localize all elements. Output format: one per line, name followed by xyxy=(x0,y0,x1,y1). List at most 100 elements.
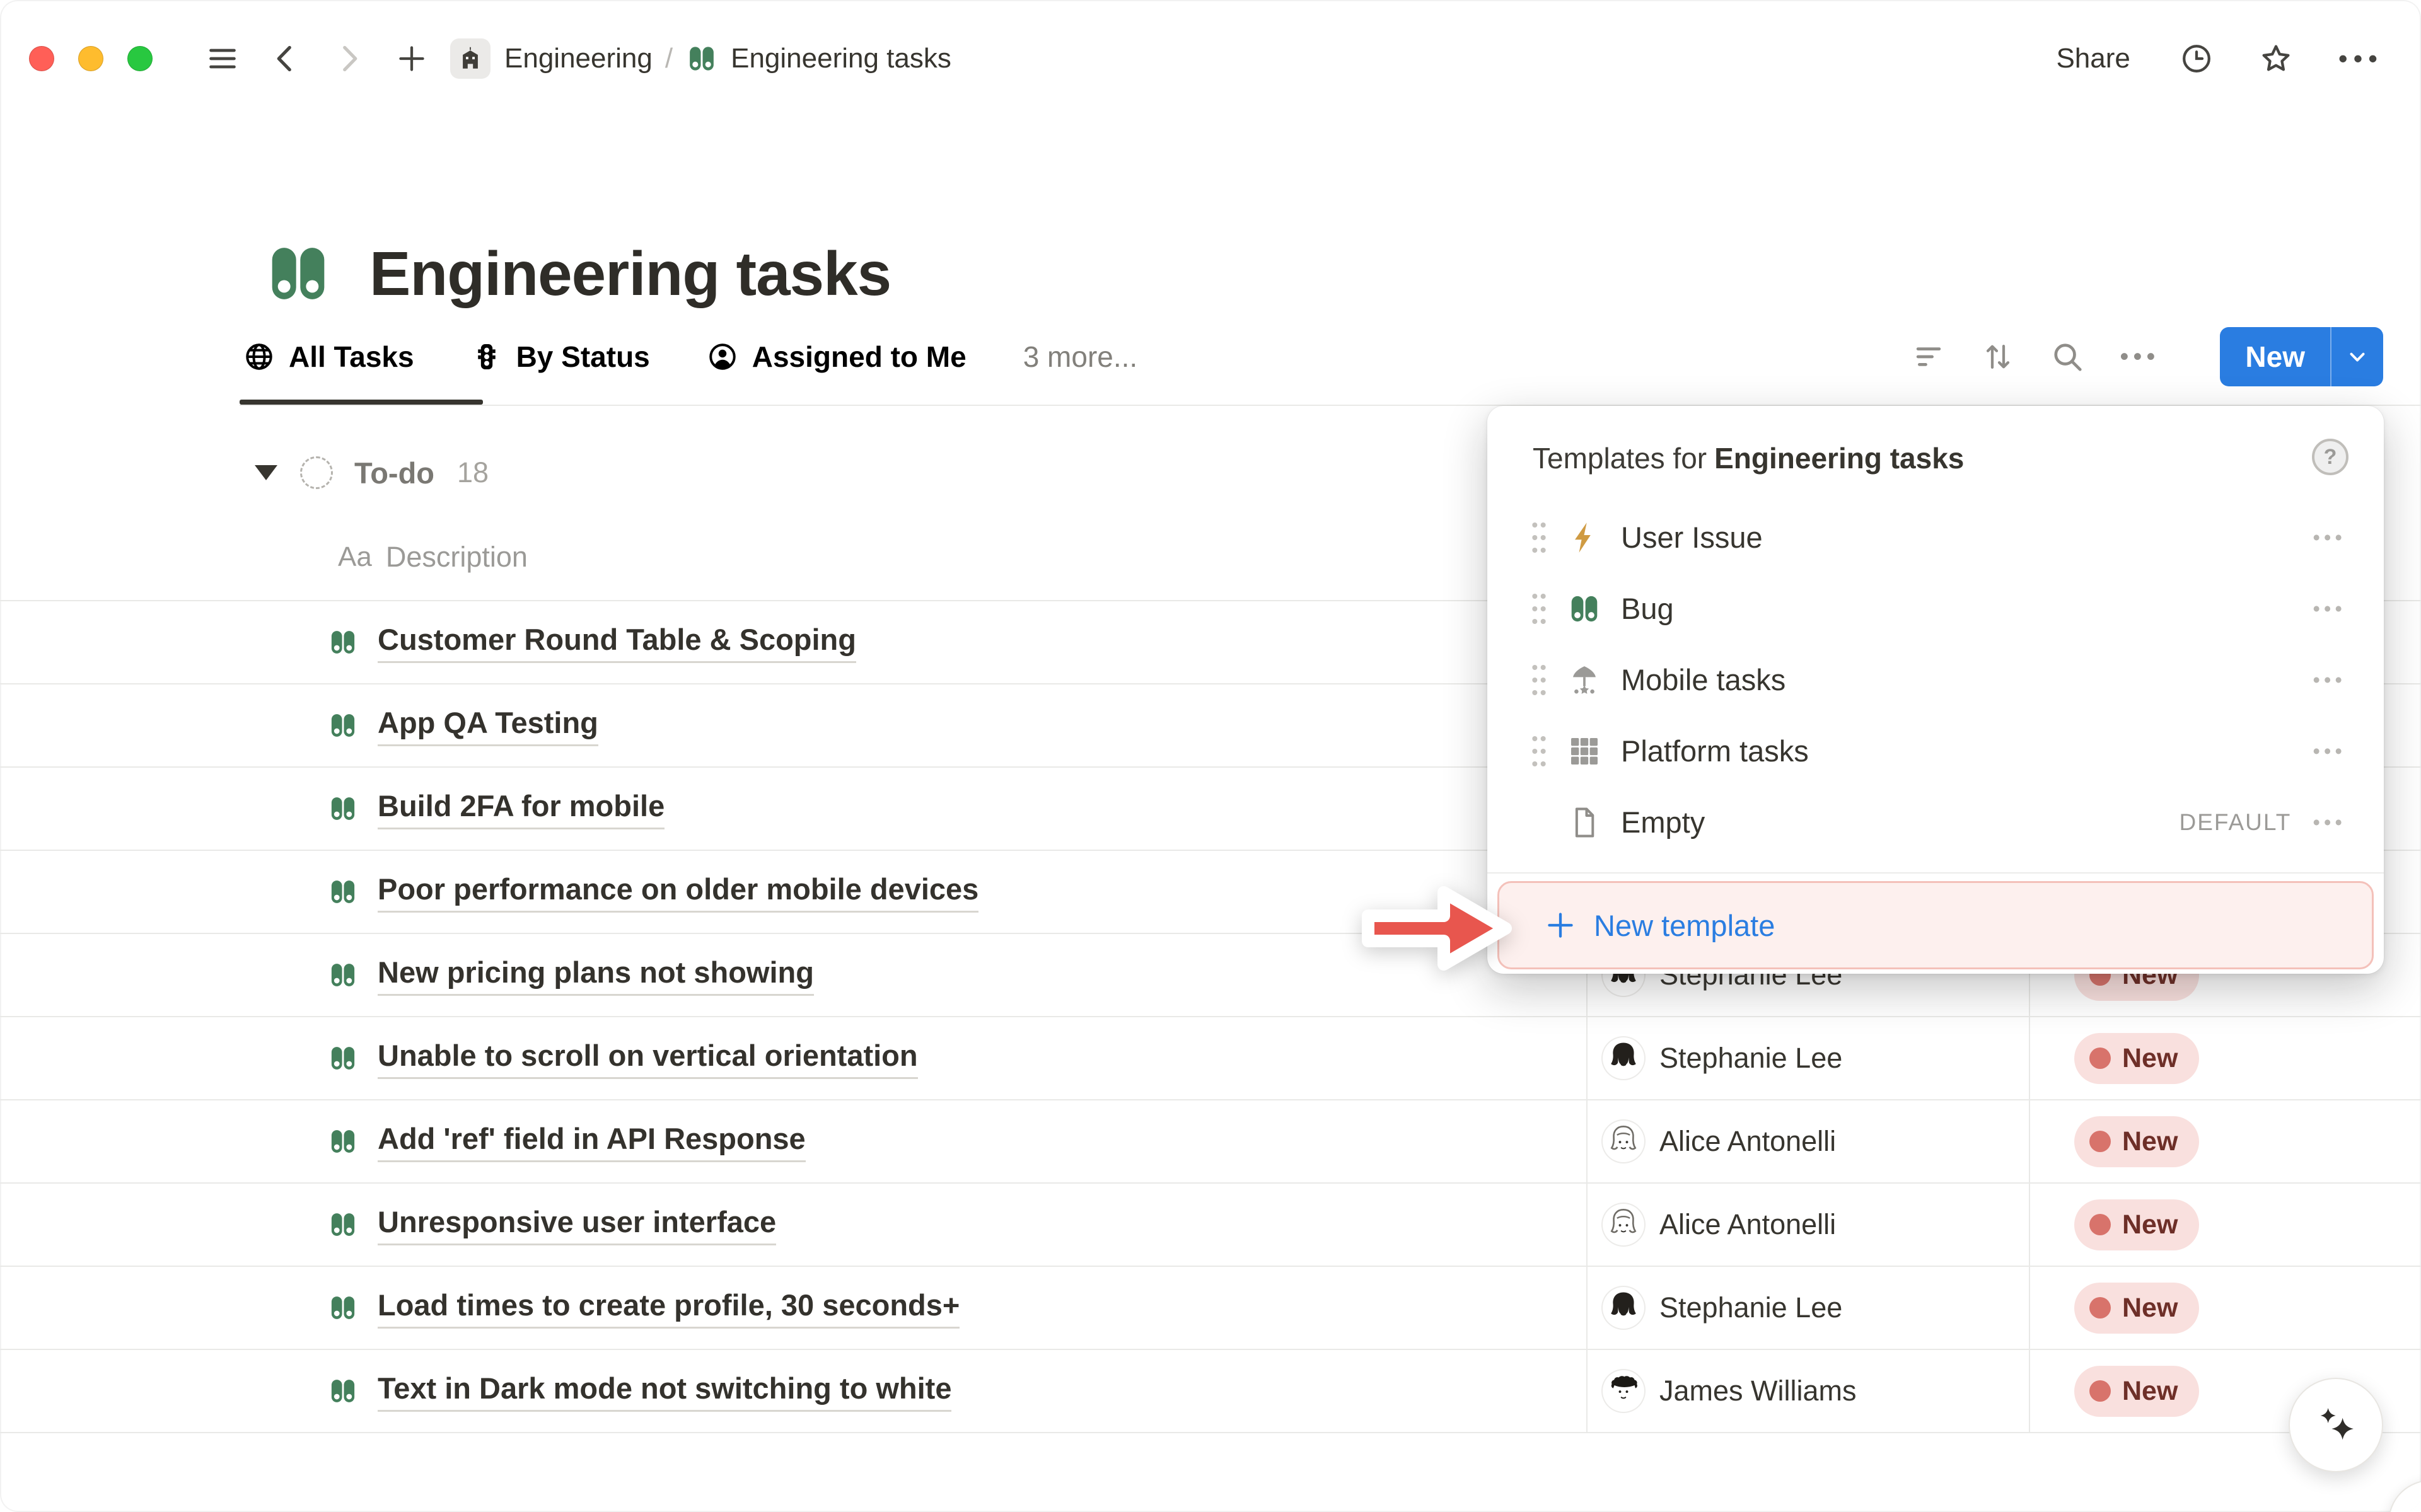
column-header[interactable]: Aa Description xyxy=(338,533,528,581)
assignee-cell[interactable]: Alice Antonelli xyxy=(1603,1100,1836,1182)
status-dot-icon xyxy=(2089,1214,2111,1235)
assignee-cell[interactable]: Alice Antonelli xyxy=(1603,1184,1836,1266)
drag-handle-icon[interactable] xyxy=(1526,661,1552,700)
sort-icon xyxy=(1981,340,2015,374)
table-row[interactable]: Load times to create profile, 30 seconds… xyxy=(0,1266,2421,1349)
status-cell[interactable]: New xyxy=(2074,1100,2199,1182)
binoculars-icon xyxy=(327,876,359,908)
minimize-window-button[interactable] xyxy=(78,46,103,71)
view-tab[interactable]: By Status xyxy=(467,339,654,374)
share-button[interactable]: Share xyxy=(2052,42,2134,75)
updates-button[interactable] xyxy=(2180,42,2214,76)
sidebar-menu-button[interactable] xyxy=(206,42,240,76)
assignee-cell[interactable]: Stephanie Lee xyxy=(1603,1017,1842,1099)
search-button[interactable] xyxy=(2050,340,2084,374)
binoculars-icon xyxy=(327,1209,359,1240)
binoculars-icon xyxy=(327,710,359,741)
more-options-button[interactable]: ••• xyxy=(2338,45,2383,72)
assignee-cell[interactable]: James Williams xyxy=(1603,1350,1857,1432)
back-button[interactable] xyxy=(269,42,303,76)
sort-button[interactable] xyxy=(1981,340,2015,374)
binoculars-icon xyxy=(327,1292,359,1324)
traffic-lights xyxy=(29,46,153,71)
template-icon xyxy=(1567,734,1602,769)
template-item[interactable]: Empty DEFAULT ••• xyxy=(1487,787,2384,858)
corner-floating-button[interactable] xyxy=(2388,1480,2421,1512)
status-badge: New xyxy=(2074,1199,2199,1250)
task-title-cell: Unresponsive user interface xyxy=(327,1184,776,1266)
task-title-link[interactable]: Add 'ref' field in API Response xyxy=(378,1121,806,1162)
task-title-link[interactable]: Unable to scroll on vertical orientation xyxy=(378,1038,918,1079)
status-cell[interactable]: New xyxy=(2074,1350,2199,1432)
active-tab-underline xyxy=(240,400,483,405)
group-name[interactable]: To-do xyxy=(354,456,434,490)
status-cell[interactable]: New xyxy=(2074,1017,2199,1099)
status-dot-icon xyxy=(2089,1047,2111,1069)
drag-handle-icon[interactable] xyxy=(1526,518,1552,557)
drag-handle-icon[interactable] xyxy=(1526,589,1552,628)
template-options-button[interactable]: ••• xyxy=(2313,812,2346,833)
task-title-cell: Add 'ref' field in API Response xyxy=(327,1100,806,1182)
template-options-button[interactable]: ••• xyxy=(2313,527,2346,548)
template-label: Empty xyxy=(1621,805,2180,840)
breadcrumb-workspace[interactable]: Engineering xyxy=(504,43,653,74)
close-window-button[interactable] xyxy=(29,46,54,71)
template-item[interactable]: Mobile tasks ••• xyxy=(1487,644,2384,715)
view-tab[interactable]: All Tasks xyxy=(240,339,418,374)
table-row[interactable]: Unresponsive user interface Alice Antone… xyxy=(0,1182,2421,1266)
table-row[interactable]: Unable to scroll on vertical orientation… xyxy=(0,1016,2421,1099)
workspace-icon[interactable] xyxy=(450,38,491,79)
status-cell[interactable]: New xyxy=(2074,1184,2199,1266)
table-row[interactable]: Text in Dark mode not switching to white… xyxy=(0,1349,2421,1432)
template-item[interactable]: User Issue ••• xyxy=(1487,502,2384,573)
assignee-cell[interactable]: Stephanie Lee xyxy=(1603,1267,1842,1349)
new-page-button[interactable] xyxy=(395,42,429,76)
status-cell[interactable]: New xyxy=(2074,1267,2199,1349)
template-icon xyxy=(1567,520,1602,555)
avatar xyxy=(1603,1204,1644,1245)
template-options-button[interactable]: ••• xyxy=(2313,741,2346,761)
template-label: Platform tasks xyxy=(1621,734,2313,768)
task-title-link[interactable]: App QA Testing xyxy=(378,705,598,746)
filter-button[interactable] xyxy=(1912,340,1946,374)
new-button[interactable]: New xyxy=(2220,327,2330,386)
task-title-link[interactable]: Build 2FA for mobile xyxy=(378,788,665,829)
status-badge: New xyxy=(2074,1283,2199,1334)
table-row[interactable]: Add 'ref' field in API Response Alice An… xyxy=(0,1099,2421,1182)
drag-handle-icon[interactable] xyxy=(1526,732,1552,771)
template-options-button[interactable]: ••• xyxy=(2313,598,2346,619)
template-icon xyxy=(1567,591,1602,626)
view-options-button[interactable]: ••• xyxy=(2120,344,2159,369)
task-title-link[interactable]: Load times to create profile, 30 seconds… xyxy=(378,1288,960,1329)
favorite-button[interactable] xyxy=(2259,42,2293,76)
task-title-link[interactable]: Unresponsive user interface xyxy=(378,1204,776,1245)
task-title-link[interactable]: Customer Round Table & Scoping xyxy=(378,622,856,663)
ai-assistant-button[interactable] xyxy=(2289,1378,2383,1472)
breadcrumb-page[interactable]: Engineering tasks xyxy=(731,43,951,74)
more-views-button[interactable]: 3 more... xyxy=(1019,339,1142,374)
view-tab-icon xyxy=(471,341,502,372)
forward-button[interactable] xyxy=(332,42,366,76)
search-icon xyxy=(2050,340,2084,374)
view-tab[interactable]: Assigned to Me xyxy=(703,339,970,374)
task-title-link[interactable]: New pricing plans not showing xyxy=(378,955,814,996)
page-title: Engineering tasks xyxy=(369,238,891,309)
binoculars-icon xyxy=(327,959,359,991)
task-title-link[interactable]: Text in Dark mode not switching to white xyxy=(378,1371,951,1412)
template-item[interactable]: Platform tasks ••• xyxy=(1487,715,2384,787)
zoom-window-button[interactable] xyxy=(127,46,153,71)
new-dropdown-button[interactable] xyxy=(2331,327,2383,386)
templates-dropdown: Templates for Engineering tasks ? User I… xyxy=(1487,406,2384,974)
template-options-button[interactable]: ••• xyxy=(2313,669,2346,690)
collapse-triangle-icon[interactable] xyxy=(255,465,277,480)
template-item[interactable]: Bug ••• xyxy=(1487,573,2384,644)
new-template-button[interactable]: New template xyxy=(1497,881,2374,969)
binoculars-icon xyxy=(685,42,718,75)
view-tab-label: All Tasks xyxy=(289,340,414,374)
binoculars-icon xyxy=(327,793,359,824)
view-tab-label: By Status xyxy=(516,340,650,374)
help-button[interactable]: ? xyxy=(2312,439,2348,475)
task-title-link[interactable]: Poor performance on older mobile devices xyxy=(378,872,978,913)
template-icon xyxy=(1567,805,1602,840)
task-title-cell: Load times to create profile, 30 seconds… xyxy=(327,1267,960,1349)
